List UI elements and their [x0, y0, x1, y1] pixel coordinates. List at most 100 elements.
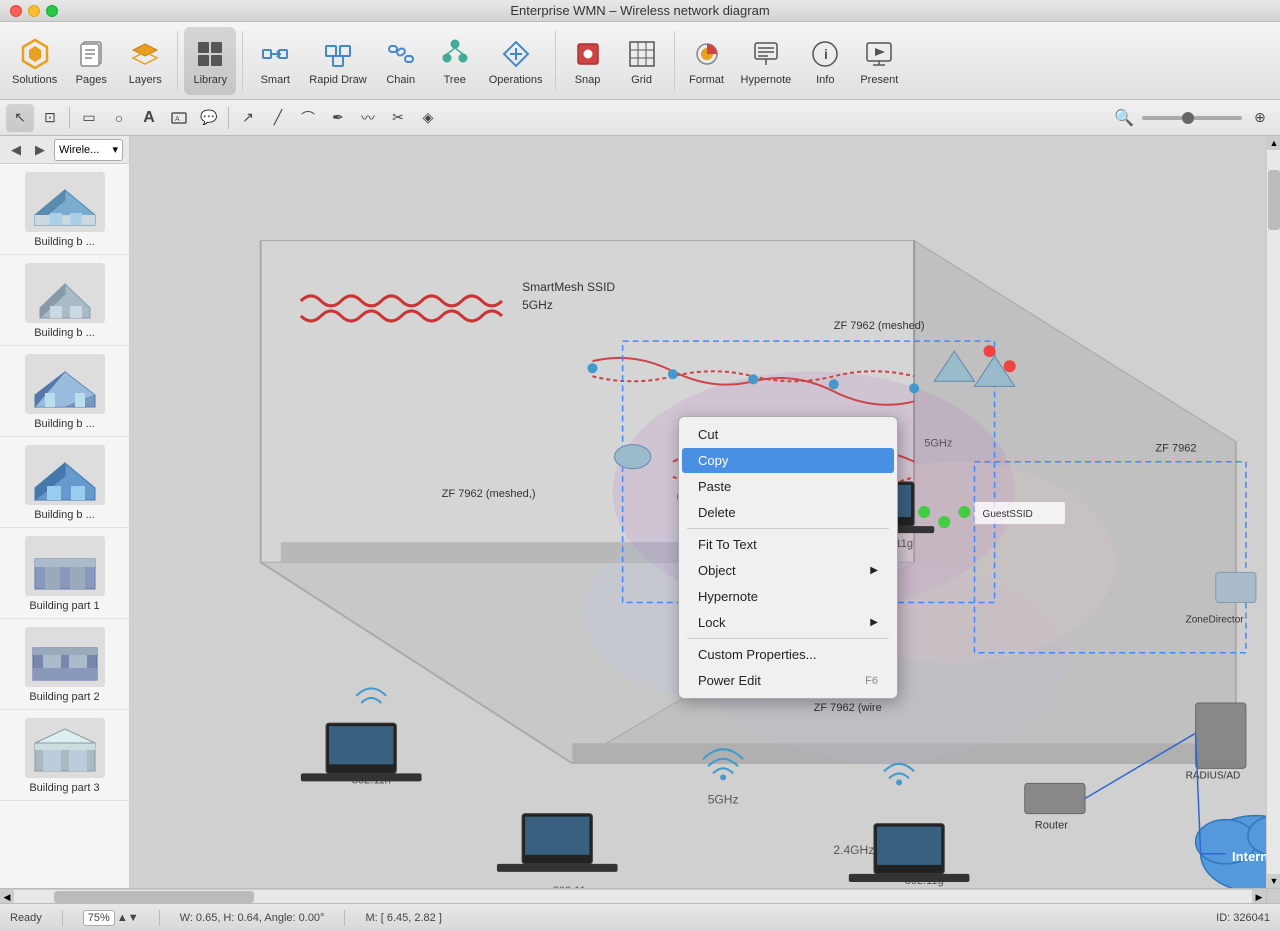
- tool-textbox[interactable]: A: [165, 104, 193, 132]
- ctx-paste[interactable]: Paste: [682, 474, 894, 499]
- operations-label: Operations: [489, 74, 543, 86]
- ctx-hypernote[interactable]: Hypernote: [682, 584, 894, 609]
- hscroll-left[interactable]: ◀: [0, 890, 14, 904]
- status-id: ID: 326041: [1216, 912, 1270, 924]
- tool-text[interactable]: A: [135, 104, 163, 132]
- pages-icon: [73, 36, 109, 72]
- vscroll-track[interactable]: [1267, 150, 1280, 874]
- sidebar-item-building-b-1[interactable]: Building b ...: [0, 164, 129, 255]
- sidebar-item-building-part-3[interactable]: Building part 3: [0, 710, 129, 801]
- zoom-control[interactable]: 75% ▲▼: [83, 910, 139, 926]
- ctx-object[interactable]: Object ▶: [682, 558, 894, 583]
- sidebar-item-building-b-2[interactable]: Building b ...: [0, 255, 129, 346]
- ctx-lock[interactable]: Lock ▶: [682, 610, 894, 635]
- tool-line[interactable]: ╱: [264, 104, 292, 132]
- sidebar-item-building-part-2[interactable]: Building part 2: [0, 619, 129, 710]
- toolbar-pages[interactable]: Pages: [65, 27, 117, 95]
- toolbar-snap[interactable]: Snap: [562, 27, 614, 95]
- toolbar-smart[interactable]: Smart: [249, 27, 301, 95]
- toolbar-grid[interactable]: Grid: [616, 27, 668, 95]
- hscroll-thumb[interactable]: [54, 891, 254, 903]
- sidebar-item-img-3: [25, 354, 105, 414]
- tool-shape[interactable]: ◈: [414, 104, 442, 132]
- info-label: Info: [816, 74, 834, 86]
- tool-select[interactable]: ↖: [6, 104, 34, 132]
- hscroll-right[interactable]: ▶: [1252, 890, 1266, 904]
- zoom-value: 75%: [83, 910, 115, 926]
- toolbar-library[interactable]: Library: [184, 27, 236, 95]
- ctx-customprops[interactable]: Custom Properties...: [682, 642, 894, 667]
- tool-arrow[interactable]: ↗: [234, 104, 262, 132]
- status-ready: Ready: [10, 912, 42, 924]
- sidebar-nav-next[interactable]: ▶: [30, 140, 50, 160]
- ctx-poweredit[interactable]: Power Edit F6: [682, 668, 894, 693]
- zoom-thumb[interactable]: [1182, 112, 1194, 124]
- snap-icon: [570, 36, 606, 72]
- vscroll-down[interactable]: ▼: [1267, 874, 1280, 888]
- svg-text:2.4GHz: 2.4GHz: [833, 843, 874, 857]
- vertical-scrollbar: ▲ ▼: [1266, 136, 1280, 888]
- status-mouse: M: [ 6.45, 2.82 ]: [365, 912, 441, 924]
- sidebar-nav-prev[interactable]: ◀: [6, 140, 26, 160]
- toolbar-format[interactable]: Format: [681, 27, 733, 95]
- toolbar-sep-4: [674, 31, 675, 91]
- tool-ellipse[interactable]: ○: [105, 104, 133, 132]
- svg-text:A: A: [175, 116, 180, 123]
- zoom-in-btn[interactable]: ⊕: [1246, 104, 1274, 132]
- toolbar-layers[interactable]: Layers: [119, 27, 171, 95]
- close-button[interactable]: [10, 5, 22, 17]
- sidebar-page-label: Wirele...: [59, 144, 99, 156]
- operations-icon: [498, 36, 534, 72]
- ctx-fittotext[interactable]: Fit To Text: [682, 532, 894, 557]
- toolbar-rapiddraw[interactable]: Rapid Draw: [303, 27, 372, 95]
- canvas-background[interactable]: 802.11n 802.11n 5GHz 2.4GHz 802.11g Smar…: [130, 136, 1266, 888]
- sidebar-item-building-b-3[interactable]: Building b ...: [0, 346, 129, 437]
- toolbar-tree[interactable]: Tree: [429, 27, 481, 95]
- vscroll-up[interactable]: ▲: [1267, 136, 1280, 150]
- sidebar-item-building-b-4[interactable]: Building b ...: [0, 437, 129, 528]
- toolbar-chain[interactable]: Chain: [375, 27, 427, 95]
- tool-freehand[interactable]: 〰: [354, 104, 382, 132]
- layers-label: Layers: [129, 74, 162, 86]
- tool-pen[interactable]: ✒: [324, 104, 352, 132]
- tools-bar: ↖ ⊡ ▭ ○ A A 💬 ↗ ╱ ⌒ ✒ 〰 ✂ ◈ 🔍 ⊕: [0, 100, 1280, 136]
- ctx-delete[interactable]: Delete: [682, 500, 894, 525]
- traffic-lights: [10, 5, 58, 17]
- svg-text:Internet: Internet: [1232, 849, 1266, 864]
- smart-label: Smart: [261, 74, 290, 86]
- toolbar-sep-1: [177, 31, 178, 91]
- tool-rectangle[interactable]: ▭: [75, 104, 103, 132]
- vscroll-thumb[interactable]: [1268, 170, 1280, 230]
- ctx-copy[interactable]: Copy: [682, 448, 894, 473]
- toolbar-operations[interactable]: Operations: [483, 27, 549, 95]
- maximize-button[interactable]: [46, 5, 58, 17]
- toolbar-hypernote[interactable]: Hypernote: [735, 27, 798, 95]
- tool-arc[interactable]: ⌒: [294, 104, 322, 132]
- tool-callout[interactable]: 💬: [195, 104, 223, 132]
- zoom-out-btn[interactable]: 🔍: [1110, 104, 1138, 132]
- tool-scissors[interactable]: ✂: [384, 104, 412, 132]
- sidebar-nav: ◀ ▶ Wirele... ▾: [0, 136, 129, 164]
- toolbar-sep-2: [242, 31, 243, 91]
- svg-text:ZoneDirector: ZoneDirector: [1186, 615, 1245, 626]
- status-sep-3: [344, 910, 345, 926]
- zoom-arrows[interactable]: ▲▼: [117, 912, 139, 924]
- toolbar-present[interactable]: Present: [853, 27, 905, 95]
- svg-text:5GHz: 5GHz: [924, 438, 952, 450]
- sidebar-item-label-1: Building b ...: [34, 236, 95, 248]
- svg-text:802.11n: 802.11n: [553, 885, 592, 888]
- hscroll-track[interactable]: [14, 890, 1252, 903]
- minimize-button[interactable]: [28, 5, 40, 17]
- toolbar-info[interactable]: i Info: [799, 27, 851, 95]
- tool-multiselect[interactable]: ⊡: [36, 104, 64, 132]
- sidebar-item-label-7: Building part 3: [29, 782, 99, 794]
- sidebar-item-building-part-1[interactable]: Building part 1: [0, 528, 129, 619]
- sidebar-page-selector[interactable]: Wirele... ▾: [54, 139, 123, 161]
- ctx-cut-label: Cut: [698, 427, 718, 442]
- canvas-inner[interactable]: 802.11n 802.11n 5GHz 2.4GHz 802.11g Smar…: [130, 136, 1266, 888]
- ctx-cut[interactable]: Cut: [682, 422, 894, 447]
- sidebar-item-label-3: Building b ...: [34, 418, 95, 430]
- toolbar-solutions[interactable]: Solutions: [6, 27, 63, 95]
- sidebar-item-img-2: [25, 263, 105, 323]
- zoom-slider[interactable]: [1142, 116, 1242, 120]
